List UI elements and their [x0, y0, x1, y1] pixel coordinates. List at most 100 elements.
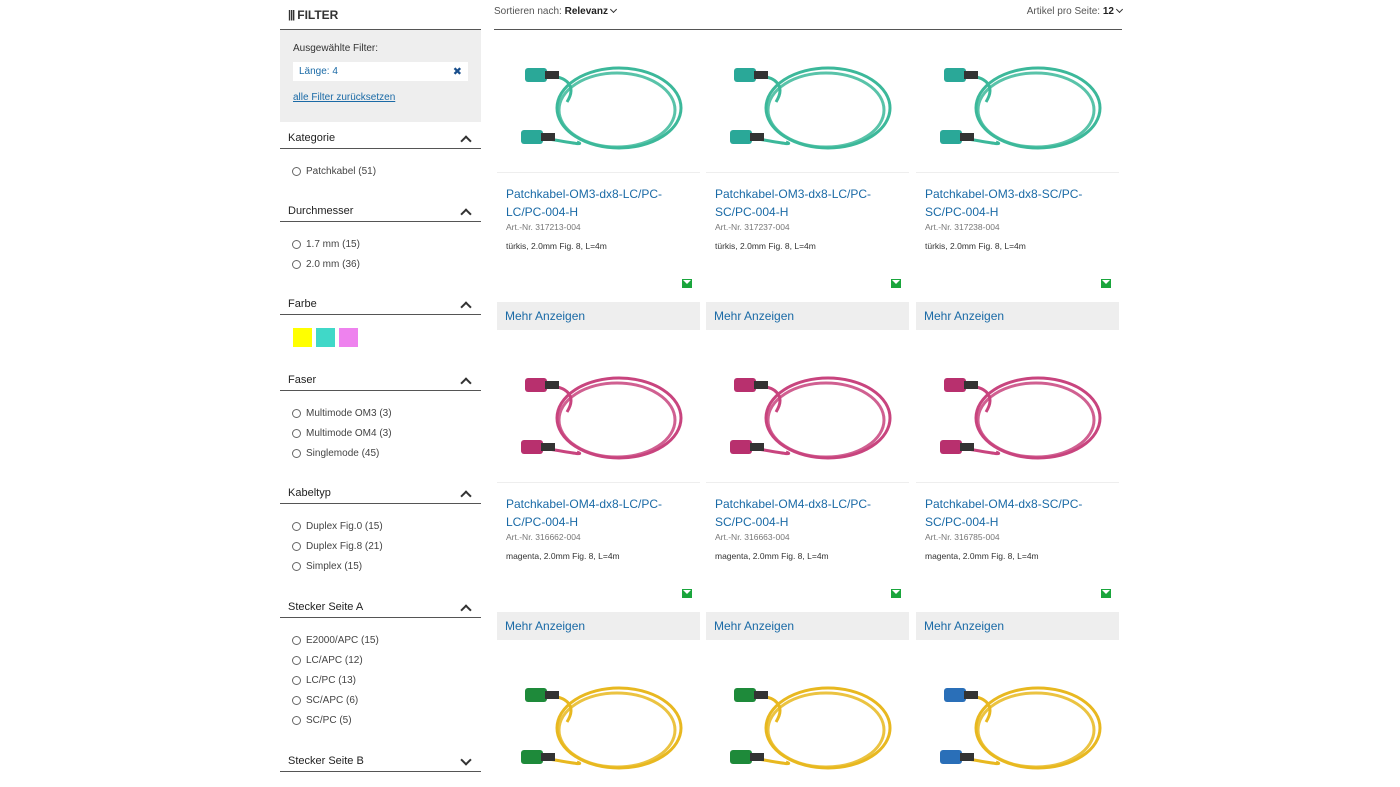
color-swatch[interactable]: [339, 328, 358, 347]
radio-button[interactable]: [292, 239, 301, 249]
filter-group-header[interactable]: Durchmesser: [280, 196, 481, 222]
radio-button[interactable]: [292, 541, 301, 551]
filter-option[interactable]: SC/APC (6): [292, 690, 481, 710]
filter-group: Farbe: [280, 289, 481, 347]
product-card[interactable]: Patchkabel-OM3-dx8-LC/PC-LC/PC-004-H Art.…: [497, 36, 700, 330]
filter-option-label: 1.7 mm (15): [306, 238, 360, 250]
more-button[interactable]: Mehr Anzeigen: [916, 612, 1119, 640]
more-button[interactable]: Mehr Anzeigen: [497, 612, 700, 640]
reset-filters-link[interactable]: alle Filter zurücksetzen: [293, 92, 468, 103]
filter-group-header[interactable]: Farbe: [280, 289, 481, 315]
chevron-up-icon[interactable]: [461, 489, 471, 499]
product-title[interactable]: Patchkabel-OM4-dx8-LC/PC-LC/PC-004-H: [497, 495, 687, 531]
filter-option[interactable]: Multimode OM4 (3): [292, 423, 481, 443]
product-image[interactable]: [706, 36, 909, 173]
filter-group-header[interactable]: Stecker Seite B: [280, 746, 481, 772]
radio-button[interactable]: [292, 428, 301, 438]
radio-button[interactable]: [292, 695, 301, 705]
filter-group: Kategorie Patchkabel (51): [280, 123, 481, 181]
product-card[interactable]: Patchkabel-OM4-dx8-LC/PC-SC/PC-004-H Art.…: [706, 346, 909, 640]
product-image[interactable]: [916, 36, 1119, 173]
color-swatch[interactable]: [293, 328, 312, 347]
filter-option[interactable]: Simplex (15): [292, 556, 481, 576]
product-image[interactable]: [916, 346, 1119, 483]
product-title[interactable]: Patchkabel-OM3-dx8-LC/PC-LC/PC-004-H: [497, 185, 687, 221]
filter-option[interactable]: E2000/APC (15): [292, 630, 481, 650]
filter-group-title: Durchmesser: [288, 205, 354, 217]
radio-button[interactable]: [292, 259, 301, 269]
sort-label: Sortieren nach:: [494, 6, 562, 17]
filter-option[interactable]: SC/PC (5): [292, 710, 481, 730]
filter-option-label: Patchkabel (51): [306, 165, 377, 177]
filter-option[interactable]: LC/APC (12): [292, 650, 481, 670]
product-card[interactable]: [706, 656, 909, 787]
more-button[interactable]: Mehr Anzeigen: [497, 302, 700, 330]
product-image[interactable]: [497, 36, 700, 173]
product-card[interactable]: Patchkabel-OM3-dx8-SC/PC-SC/PC-004-H Art.…: [916, 36, 1119, 330]
chevron-down-icon: [609, 5, 618, 14]
filter-option[interactable]: Patchkabel (51): [292, 161, 481, 181]
product-card[interactable]: [497, 656, 700, 787]
product-card[interactable]: Patchkabel-OM4-dx8-SC/PC-SC/PC-004-H Art.…: [916, 346, 1119, 640]
filter-group-title: Kategorie: [288, 132, 336, 144]
remove-filter-icon[interactable]: ✖: [453, 65, 462, 78]
product-title[interactable]: Patchkabel-OM4-dx8-SC/PC-SC/PC-004-H: [916, 495, 1106, 531]
radio-button[interactable]: [292, 635, 301, 645]
chevron-up-icon[interactable]: [461, 207, 471, 217]
product-card[interactable]: [916, 656, 1119, 787]
radio-button[interactable]: [292, 715, 301, 725]
filter-option-label: Multimode OM3 (3): [306, 407, 392, 419]
filter-option-label: E2000/APC (15): [306, 634, 379, 646]
color-swatch[interactable]: [316, 328, 335, 347]
radio-button[interactable]: [292, 166, 301, 176]
radio-button[interactable]: [292, 561, 301, 571]
product-art-nr: Art.-Nr. 316662-004: [506, 532, 581, 542]
filter-option[interactable]: 1.7 mm (15): [292, 234, 481, 254]
chevron-up-icon[interactable]: [461, 376, 471, 386]
product-image[interactable]: [706, 346, 909, 483]
cable-image: [940, 66, 1102, 150]
more-button[interactable]: Mehr Anzeigen: [706, 612, 909, 640]
filter-group-title: Farbe: [288, 298, 317, 310]
filter-option[interactable]: 2.0 mm (36): [292, 254, 481, 274]
product-title[interactable]: Patchkabel-OM4-dx8-LC/PC-SC/PC-004-H: [706, 495, 896, 531]
more-button[interactable]: Mehr Anzeigen: [706, 302, 909, 330]
product-image[interactable]: [497, 346, 700, 483]
radio-button[interactable]: [292, 521, 301, 531]
filter-group-header[interactable]: Faser: [280, 365, 481, 391]
filter-option[interactable]: LC/PC (13): [292, 670, 481, 690]
product-card[interactable]: Patchkabel-OM3-dx8-LC/PC-SC/PC-004-H Art.…: [706, 36, 909, 330]
filter-option[interactable]: Multimode OM3 (3): [292, 403, 481, 423]
sort-select[interactable]: Sortieren nach: Relevanz: [494, 5, 618, 17]
product-title[interactable]: Patchkabel-OM3-dx8-LC/PC-SC/PC-004-H: [706, 185, 896, 221]
product-title[interactable]: Patchkabel-OM3-dx8-SC/PC-SC/PC-004-H: [916, 185, 1106, 221]
radio-button[interactable]: [292, 408, 301, 418]
filter-option-label: Duplex Fig.8 (21): [306, 540, 383, 552]
more-button[interactable]: Mehr Anzeigen: [916, 302, 1119, 330]
filter-group-title: Stecker Seite A: [288, 601, 364, 613]
chevron-up-icon[interactable]: [461, 134, 471, 144]
product-image[interactable]: [497, 656, 700, 787]
product-image[interactable]: [706, 656, 909, 787]
filter-option[interactable]: Singlemode (45): [292, 443, 481, 463]
filter-group-header[interactable]: Kabeltyp: [280, 478, 481, 504]
radio-button[interactable]: [292, 655, 301, 665]
filter-group: Faser Multimode OM3 (3) Multimode OM4 (3) S…: [280, 365, 481, 463]
product-art-nr: Art.-Nr. 316785-004: [925, 532, 1000, 542]
per-page-select[interactable]: Artikel pro Seite: 12: [1027, 5, 1124, 17]
radio-button[interactable]: [292, 675, 301, 685]
filter-option[interactable]: Duplex Fig.8 (21): [292, 536, 481, 556]
radio-button[interactable]: [292, 448, 301, 458]
product-card[interactable]: Patchkabel-OM4-dx8-LC/PC-LC/PC-004-H Art.…: [497, 346, 700, 640]
in-stock-icon: [682, 279, 692, 288]
chevron-down-icon[interactable]: [461, 757, 471, 767]
filter-group-header[interactable]: Kategorie: [280, 123, 481, 149]
filter-group-header[interactable]: Stecker Seite A: [280, 592, 481, 618]
filter-option[interactable]: Duplex Fig.0 (15): [292, 516, 481, 536]
chevron-up-icon[interactable]: [461, 300, 471, 310]
cable-image: [730, 66, 892, 150]
chevron-up-icon[interactable]: [461, 603, 471, 613]
product-image[interactable]: [916, 656, 1119, 787]
product-art-nr: Art.-Nr. 316663-004: [715, 532, 790, 542]
product-description: magenta, 2.0mm Fig. 8, L=4m: [715, 551, 829, 561]
